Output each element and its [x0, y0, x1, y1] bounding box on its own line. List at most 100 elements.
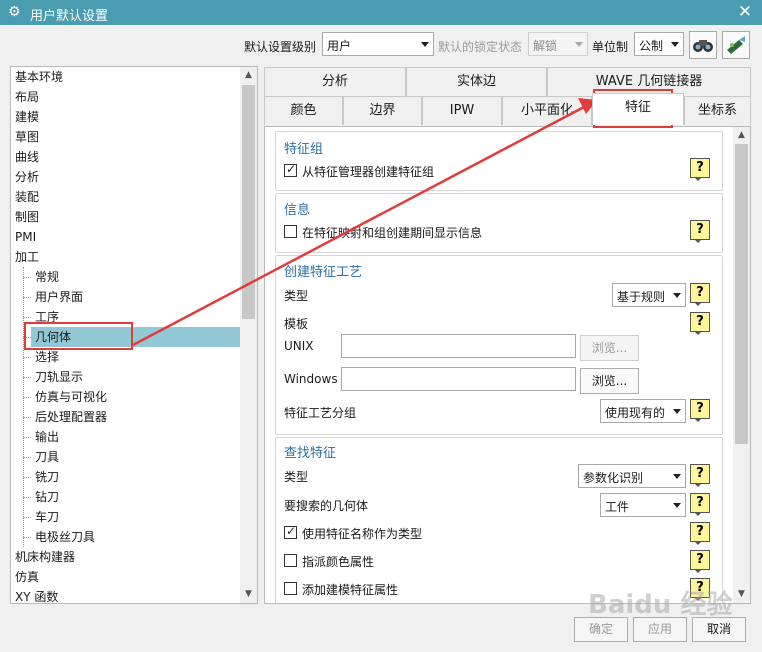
tree-item-label: 仿真: [15, 570, 40, 584]
tree-item[interactable]: 刀轨显示: [23, 367, 84, 387]
close-icon[interactable]: ✕: [728, 0, 762, 25]
help-icon[interactable]: ?: [690, 464, 710, 487]
tree-item[interactable]: 仿真: [15, 567, 39, 587]
scroll-up-icon[interactable]: ▲: [240, 67, 257, 84]
tree-item[interactable]: 曲线: [15, 147, 39, 167]
show-info-label: 在特征映射和组创建期间显示信息: [302, 226, 483, 240]
assign-color-checkbox[interactable]: [284, 554, 297, 567]
tree-item-label: 分析: [15, 170, 40, 184]
scroll-down-icon[interactable]: ▼: [240, 586, 257, 603]
tree-item-label: 刀具: [35, 450, 60, 464]
find-button[interactable]: [689, 31, 717, 59]
ok-label: 确定: [588, 622, 613, 636]
chevron-down-icon: [673, 474, 681, 479]
tree-item[interactable]: 电极丝刀具: [23, 527, 96, 547]
show-info-checkbox[interactable]: [284, 225, 297, 238]
windows-browse-button[interactable]: 浏览...: [580, 368, 639, 394]
tree-item[interactable]: 分析: [15, 167, 39, 187]
tree-item[interactable]: 建模: [15, 107, 39, 127]
tree-item-label: 钻刀: [35, 490, 60, 504]
tree-item[interactable]: 仿真与可视化: [23, 387, 107, 407]
tree-item[interactable]: 车刀: [23, 507, 59, 527]
wand-button[interactable]: [722, 31, 750, 59]
create-from-manager-checkbox[interactable]: ✓: [284, 162, 297, 177]
scroll-thumb[interactable]: [735, 144, 748, 444]
tree-item[interactable]: 铣刀: [23, 467, 59, 487]
tree-item[interactable]: 基本环境: [15, 67, 63, 87]
section-title: 信息: [284, 203, 311, 218]
tab-analysis[interactable]: 分析: [264, 67, 406, 96]
tree-item[interactable]: 用户界面: [23, 287, 83, 307]
settings-panel: 特征组 ✓ 从特征管理器创建特征组 ? 信息 在特征映射和组创建期间显示信息 ?…: [264, 126, 751, 604]
tree-item[interactable]: 常规: [23, 267, 60, 287]
add-modeling-checkbox[interactable]: [284, 582, 297, 595]
tree-scrollbar[interactable]: ▲ ▼: [240, 67, 257, 603]
process-type-select[interactable]: 基于规则: [612, 283, 686, 307]
process-group-select[interactable]: 使用现有的: [600, 399, 686, 423]
section-find-feature: 查找特征 类型 参数化识别 ? 要搜索的几何体 工件 ? ✓ 使用特征名称作为类…: [275, 437, 723, 603]
tree-item[interactable]: 制图: [15, 207, 39, 227]
tree-item[interactable]: 刀具: [23, 447, 60, 467]
scroll-up-icon[interactable]: ▲: [733, 127, 750, 144]
level-select[interactable]: 用户: [322, 32, 434, 56]
tree-item-label: 基本环境: [15, 70, 64, 84]
tab-csys[interactable]: 坐标系: [684, 96, 751, 125]
chevron-down-icon: [671, 42, 679, 47]
tree-item[interactable]: 选择: [23, 347, 59, 367]
level-label: 默认设置级别: [244, 40, 317, 54]
tab-label: 小平面化: [520, 103, 573, 118]
geometry-value: 工件: [605, 500, 630, 514]
scroll-thumb[interactable]: [242, 85, 255, 319]
tree-item[interactable]: XY 函数: [15, 587, 58, 603]
help-icon[interactable]: ?: [690, 312, 710, 335]
tree-item-label: 刀轨显示: [35, 370, 84, 384]
tab-label: 实体边: [456, 74, 496, 89]
tab-solid-edge[interactable]: 实体边: [406, 67, 547, 96]
tree-item-label: 电极丝刀具: [35, 530, 96, 544]
tree-item-label: 建模: [15, 110, 40, 124]
create-from-manager-label: 从特征管理器创建特征组: [302, 165, 435, 179]
unit-select[interactable]: 公制: [634, 32, 684, 56]
tree-item[interactable]: 装配: [15, 187, 39, 207]
chevron-down-icon: [673, 409, 681, 414]
tree-item[interactable]: 后处理配置器: [23, 407, 107, 427]
tab-color[interactable]: 颜色: [264, 96, 343, 125]
annotation-box-geometry: [24, 322, 133, 350]
chevron-down-icon: [673, 293, 681, 298]
unix-path-input[interactable]: [341, 334, 576, 358]
tab-feature[interactable]: 特征: [592, 93, 684, 125]
scroll-down-icon[interactable]: ▼: [733, 586, 750, 603]
assign-color-label: 指派颜色属性: [302, 555, 375, 569]
check-icon: ✓: [286, 162, 297, 176]
windows-label: Windows: [284, 372, 338, 386]
browse-label: 浏览...: [591, 341, 628, 355]
tree-item[interactable]: 草图: [15, 127, 39, 147]
help-icon[interactable]: ?: [690, 550, 710, 573]
tab-ipw[interactable]: IPW: [422, 96, 502, 125]
tab-faceting[interactable]: 小平面化: [502, 96, 592, 125]
unit-select-value: 公制: [639, 39, 664, 53]
use-name-checkbox[interactable]: ✓: [284, 524, 297, 539]
help-icon[interactable]: ?: [690, 283, 710, 306]
tree-item[interactable]: 机床构建器: [15, 547, 75, 567]
geometry-select[interactable]: 工件: [600, 493, 686, 517]
help-icon[interactable]: ?: [690, 522, 710, 545]
tree-item-label: 常规: [35, 270, 60, 284]
tree-item[interactable]: PMI: [15, 227, 36, 247]
help-icon[interactable]: ?: [690, 220, 710, 243]
tree-item[interactable]: 钻刀: [23, 487, 60, 507]
help-icon[interactable]: ?: [690, 399, 710, 422]
help-icon[interactable]: ?: [690, 158, 710, 181]
tree-item[interactable]: 布局: [15, 87, 39, 107]
tab-boundary[interactable]: 边界: [343, 96, 422, 125]
windows-path-input[interactable]: [341, 367, 576, 391]
tree-item-label: 布局: [15, 90, 40, 104]
tab-label: 特征: [624, 100, 651, 115]
unix-browse-button: 浏览...: [580, 335, 639, 361]
tree-item[interactable]: 输出: [23, 427, 59, 447]
tab-label: WAVE 几何链接器: [595, 74, 703, 89]
find-type-select[interactable]: 参数化识别: [578, 464, 686, 488]
help-icon[interactable]: ?: [690, 493, 710, 516]
tree-item[interactable]: 加工: [15, 247, 39, 267]
settings-scrollbar[interactable]: ▲ ▼: [733, 127, 750, 603]
